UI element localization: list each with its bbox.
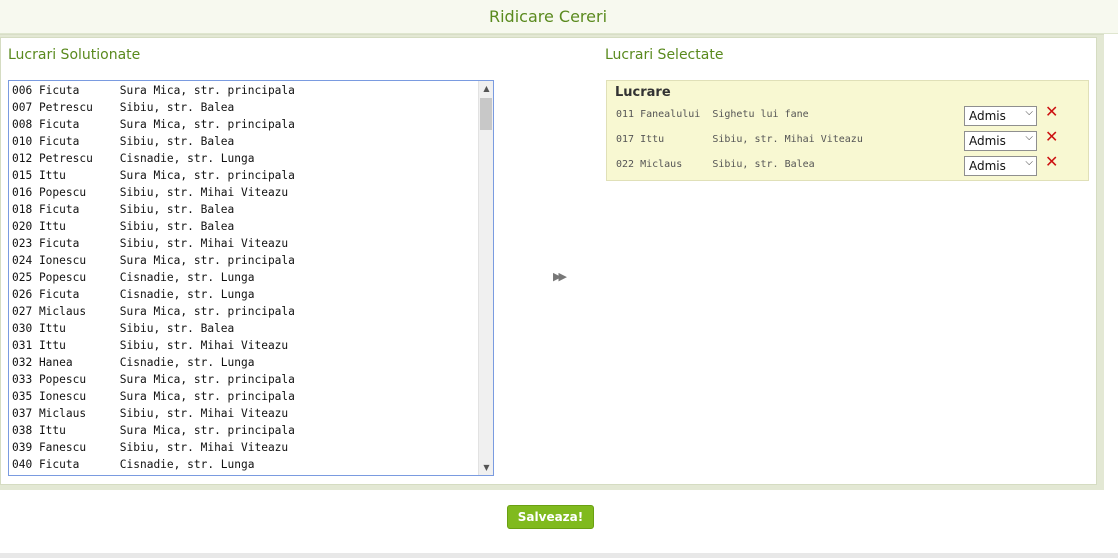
list-item[interactable]: 025 Popescu Cisnadie, str. Lunga: [12, 269, 477, 286]
list-item[interactable]: 023 Ficuta Sibiu, str. Mihai Viteazu: [12, 235, 477, 252]
list-item[interactable]: 010 Ficuta Sibiu, str. Balea: [12, 133, 477, 150]
save-button[interactable]: Salveaza!: [507, 505, 594, 529]
selected-row: 017 Ittu Sibiu, str. Mihai Viteazu Admis…: [616, 127, 1086, 154]
list-item[interactable]: 008 Ficuta Sura Mica, str. principala: [12, 116, 477, 133]
footer-divider: [0, 553, 1118, 558]
selected-works-header: Lucrare: [615, 85, 671, 100]
selected-row: 011 Fanealului Sighetu lui fane Admis ⌵ …: [616, 102, 1086, 129]
list-item[interactable]: 015 Ittu Sura Mica, str. principala: [12, 167, 477, 184]
list-item[interactable]: 033 Popescu Sura Mica, str. principala: [12, 371, 477, 388]
main-panel: Lucrari Solutionate 006 Ficuta Sura Mica…: [0, 37, 1097, 485]
chevron-down-icon: ⌵: [1025, 107, 1033, 118]
list-item[interactable]: 027 Miclaus Sura Mica, str. principala: [12, 303, 477, 320]
solved-works-listbox[interactable]: 006 Ficuta Sura Mica, str. principala 007…: [8, 80, 494, 476]
selected-works-title: Lucrari Selectate: [605, 47, 724, 63]
list-item[interactable]: 026 Ficuta Cisnadie, str. Lunga: [12, 286, 477, 303]
list-item[interactable]: 012 Petrescu Cisnadie, str. Lunga: [12, 150, 477, 167]
page-header: Ridicare Cereri: [0, 0, 1118, 34]
list-item[interactable]: 006 Ficuta Sura Mica, str. principala: [12, 82, 477, 99]
close-x-icon[interactable]: ✕: [1045, 152, 1058, 171]
list-item[interactable]: 035 Ionescu Sura Mica, str. principala: [12, 388, 477, 405]
list-item[interactable]: 040 Ficuta Cisnadie, str. Lunga: [12, 456, 477, 473]
status-select-value: Admis: [969, 134, 1006, 148]
close-x-icon[interactable]: ✕: [1045, 102, 1058, 121]
solved-works-list: 006 Ficuta Sura Mica, str. principala 007…: [12, 82, 477, 473]
list-item[interactable]: 007 Petrescu Sibiu, str. Balea: [12, 99, 477, 116]
selected-row-text: 017 Ittu Sibiu, str. Mihai Viteazu: [616, 134, 863, 145]
double-chevron-right-icon[interactable]: ▶▶: [553, 270, 567, 283]
status-select[interactable]: Admis ⌵: [964, 131, 1037, 151]
listbox-scrollbar[interactable]: ▲ ▼: [478, 81, 493, 475]
main-panel-frame: Lucrari Solutionate 006 Ficuta Sura Mica…: [0, 34, 1104, 490]
scroll-up-icon[interactable]: ▲: [479, 81, 493, 96]
close-x-icon[interactable]: ✕: [1045, 127, 1058, 146]
chevron-down-icon: ⌵: [1025, 157, 1033, 168]
list-item[interactable]: 032 Hanea Cisnadie, str. Lunga: [12, 354, 477, 371]
list-item[interactable]: 024 Ionescu Sura Mica, str. principala: [12, 252, 477, 269]
page-title: Ridicare Cereri: [488, 7, 608, 26]
solved-works-title: Lucrari Solutionate: [8, 47, 141, 63]
list-item[interactable]: 018 Ficuta Sibiu, str. Balea: [12, 201, 477, 218]
chevron-down-icon: ⌵: [1025, 132, 1033, 143]
selected-row: 022 Miclaus Sibiu, str. Balea Admis ⌵ ✕: [616, 152, 1086, 179]
status-select-value: Admis: [969, 109, 1006, 123]
status-select[interactable]: Admis ⌵: [964, 106, 1037, 126]
selected-row-text: 022 Miclaus Sibiu, str. Balea: [616, 159, 815, 170]
status-select[interactable]: Admis ⌵: [964, 156, 1037, 176]
list-item[interactable]: 039 Fanescu Sibiu, str. Mihai Viteazu: [12, 439, 477, 456]
list-item[interactable]: 031 Ittu Sibiu, str. Mihai Viteazu: [12, 337, 477, 354]
scroll-down-icon[interactable]: ▼: [479, 460, 493, 475]
list-item[interactable]: 030 Ittu Sibiu, str. Balea: [12, 320, 477, 337]
list-item[interactable]: 037 Miclaus Sibiu, str. Mihai Viteazu: [12, 405, 477, 422]
selected-row-text: 011 Fanealului Sighetu lui fane: [616, 109, 809, 120]
scrollbar-thumb[interactable]: [480, 98, 492, 130]
list-item[interactable]: 020 Ittu Sibiu, str. Balea: [12, 218, 477, 235]
list-item[interactable]: 038 Ittu Sura Mica, str. principala: [12, 422, 477, 439]
status-select-value: Admis: [969, 159, 1006, 173]
list-item[interactable]: 016 Popescu Sibiu, str. Mihai Viteazu: [12, 184, 477, 201]
selected-works-box: Lucrare 011 Fanealului Sighetu lui fane …: [606, 80, 1089, 181]
